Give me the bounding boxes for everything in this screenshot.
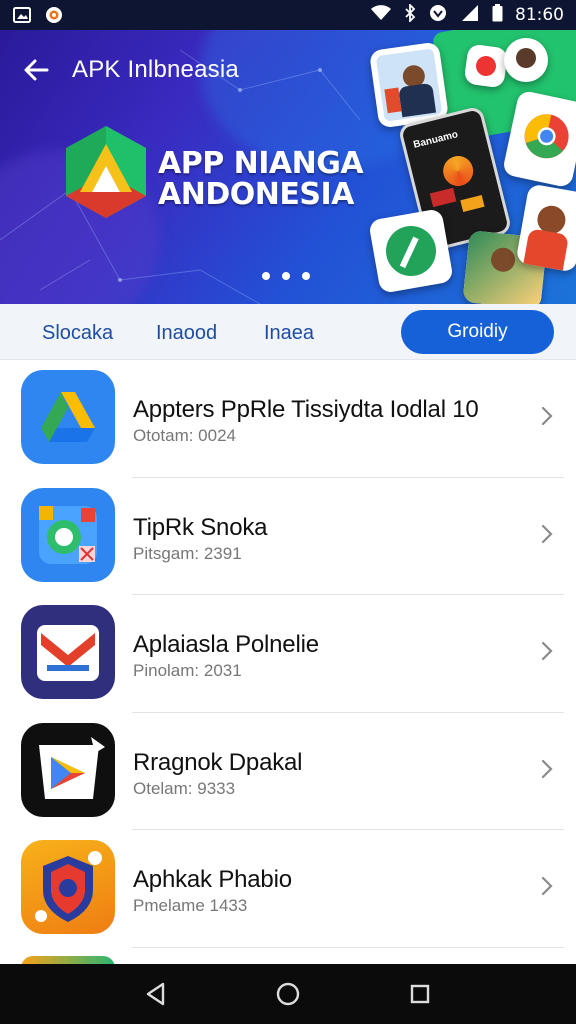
carousel-indicator[interactable] — [262, 272, 310, 280]
list-item[interactable]: TipRk Snoka Pitsgam: 2391 — [0, 478, 576, 595]
tab-inaea[interactable]: Inaea — [264, 322, 314, 345]
hero-headline-line1: APP NIANGA — [158, 146, 364, 181]
app-name: Appters PpRle Tissiydta Iodlal 10 — [133, 396, 479, 423]
battery-icon — [492, 3, 503, 27]
app-notification-icon — [44, 6, 64, 24]
app-name: Aplaiasla Polnelie — [133, 631, 319, 658]
gallery-notification-icon — [12, 6, 32, 24]
list-item[interactable]: Aplaiasla Polnelie Pinolam: 2031 — [0, 595, 576, 713]
back-button[interactable] — [22, 56, 50, 84]
chevron-right-icon — [541, 876, 553, 896]
carousel-dot[interactable] — [282, 272, 290, 280]
page-title: APK Inlbneasia — [72, 56, 239, 83]
triangle-back-icon — [146, 982, 165, 1006]
tab-slocaka[interactable]: Slocaka — [42, 322, 113, 345]
chevron-right-icon — [541, 524, 553, 543]
bluetooth-icon — [404, 2, 416, 27]
circle-home-icon — [276, 982, 300, 1006]
carousel-dot[interactable] — [302, 272, 310, 280]
data-signal-icon — [428, 4, 448, 27]
mail-icon — [21, 605, 115, 699]
cell-signal-icon — [460, 4, 480, 27]
app-thumbnail — [368, 208, 454, 294]
nav-home-button[interactable] — [268, 974, 308, 1014]
list-item[interactable]: Appters PpRle Tissiydta Iodlal 10 Ototam… — [0, 360, 576, 478]
app-subtitle: Pinolam: 2031 — [133, 661, 242, 680]
app-list: Appters PpRle Tissiydta Iodlal 10 Ototam… — [0, 360, 576, 968]
app-thumbnail — [515, 183, 576, 273]
list-item[interactable]: Aphkak Phabio Pmelame 1433 — [0, 830, 576, 948]
app-collage: Banuamo — [360, 30, 576, 304]
wifi-icon — [370, 4, 392, 26]
app-thumbnail — [463, 43, 509, 89]
app-name: TipRk Snoka — [133, 513, 268, 541]
arrow-left-icon — [24, 59, 49, 81]
app-name: Aphkak Phabio — [133, 866, 292, 893]
hero-headline: APP NIANGA ANDONESIA — [158, 146, 364, 212]
navigation-bar — [0, 964, 576, 1024]
tab-groidiy-button[interactable]: Groidiy — [401, 310, 554, 354]
app-thumbnail — [504, 38, 548, 82]
carousel-dot[interactable] — [262, 272, 270, 280]
app-subtitle: Ototam: 0024 — [133, 426, 237, 445]
hero-headline-line2: ANDONESIA — [158, 177, 354, 212]
square-recents-icon — [410, 984, 430, 1004]
shield-icon — [21, 840, 115, 934]
lens-icon — [21, 487, 115, 582]
nav-recents-button[interactable] — [400, 974, 440, 1014]
clock-time: 81:60 — [515, 5, 564, 25]
nav-back-button[interactable] — [136, 974, 176, 1014]
app-name: Rragnok Dpakal — [133, 748, 303, 776]
tab-inaood[interactable]: Inaood — [156, 322, 217, 345]
chevron-right-icon — [541, 641, 553, 661]
list-item[interactable]: Rragnok Dpakal Otelam: 9333 — [0, 713, 576, 830]
status-bar: 81:60 — [0, 0, 576, 30]
category-tabs: Slocaka Inaood Inaea Groidiy — [0, 304, 576, 360]
chevron-right-icon — [541, 406, 553, 426]
play-icon — [21, 722, 115, 817]
drive-icon — [21, 370, 115, 464]
app-store-logo — [66, 126, 146, 218]
app-subtitle: Pmelame 1433 — [133, 896, 248, 915]
app-subtitle: Otelam: 9333 — [133, 778, 236, 798]
phone-thumbnail-text: Banuamo — [412, 129, 460, 151]
hero-banner[interactable]: APK Inlbneasia APP NIANGA ANDONESIA Banu… — [0, 30, 576, 304]
app-subtitle: Pitsgam: 2391 — [133, 543, 242, 563]
chevron-right-icon — [541, 759, 553, 778]
